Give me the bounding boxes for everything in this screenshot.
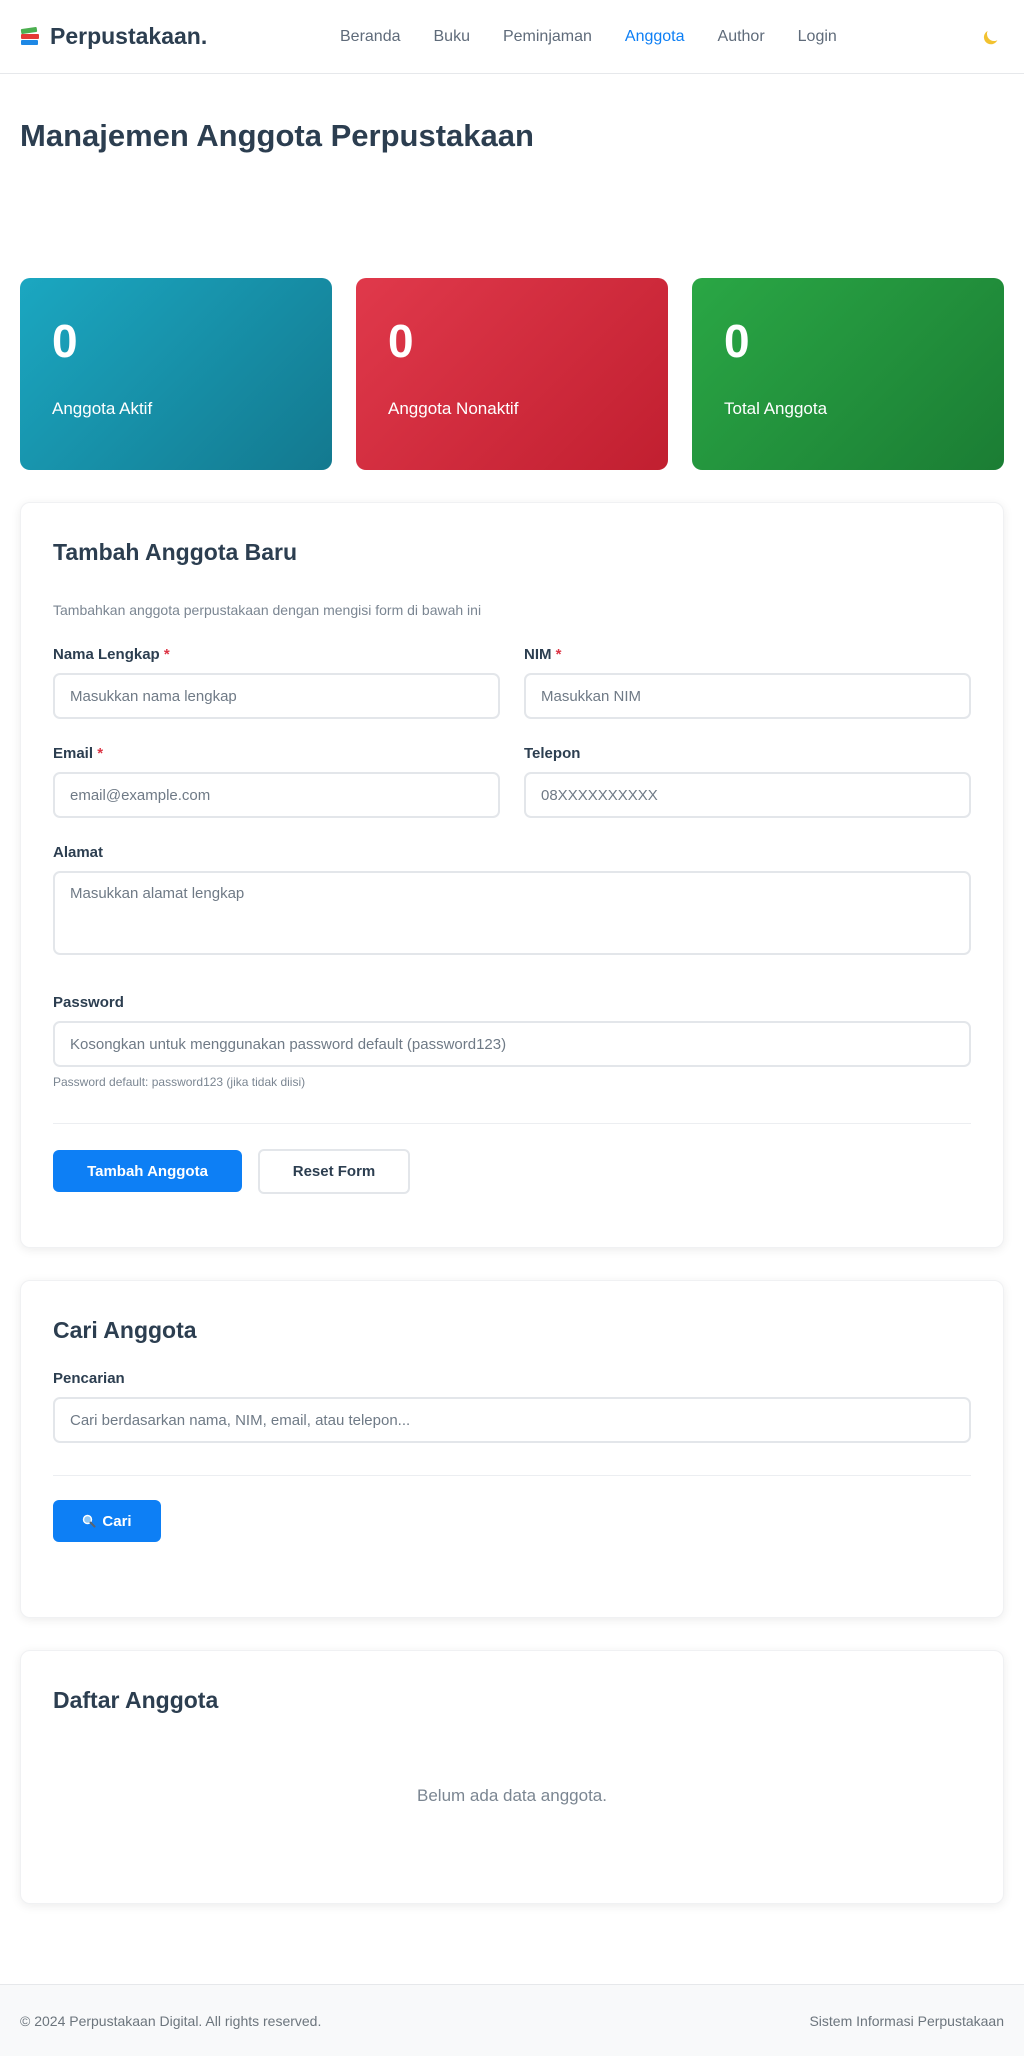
theme-toggle-button[interactable]	[982, 28, 998, 44]
email-label: Email *	[53, 745, 104, 762]
nama-input[interactable]	[53, 673, 500, 719]
password-label: Password	[53, 994, 124, 1011]
form-actions: Tambah Anggota Reset Form	[53, 1149, 971, 1194]
brand-title: Perpustakaan.	[50, 23, 208, 49]
navbar: Perpustakaan. Beranda Buku Peminjaman An…	[0, 0, 1024, 74]
nav-link-author[interactable]: Author	[718, 28, 765, 46]
search-divider	[53, 1475, 971, 1476]
brand[interactable]: Perpustakaan.	[20, 23, 207, 50]
telepon-input[interactable]	[524, 772, 971, 818]
form-group-nim: NIM *	[524, 646, 971, 719]
member-list-card: Daftar Anggota Belum ada data anggota.	[20, 1650, 1004, 1904]
search-button-label: Cari	[102, 1512, 132, 1530]
form-group-nama: Nama Lengkap *	[53, 646, 500, 719]
password-input[interactable]	[53, 1021, 971, 1067]
stats-row: 0 Anggota Aktif 0 Anggota Nonaktif 0 Tot…	[20, 278, 1004, 470]
stat-value-total: 0	[724, 315, 750, 367]
footer-copyright: © 2024 Perpustakaan Digital. All rights …	[20, 2012, 322, 2029]
telepon-label: Telepon	[524, 745, 581, 762]
search-button[interactable]: Cari	[53, 1500, 161, 1542]
add-member-subtitle: Tambahkan anggota perpustakaan dengan me…	[53, 602, 482, 618]
nav-link-login[interactable]: Login	[798, 28, 837, 46]
member-list-empty-text: Belum ada data anggota.	[417, 1786, 607, 1805]
required-mark: *	[555, 646, 562, 663]
reset-form-button[interactable]: Reset Form	[258, 1149, 410, 1194]
add-member-button[interactable]: Tambah Anggota	[53, 1150, 242, 1192]
member-list-title: Daftar Anggota	[53, 1687, 219, 1713]
stat-card-total: 0 Total Anggota	[692, 278, 1004, 470]
search-icon	[83, 1514, 96, 1528]
alamat-label: Alamat	[53, 844, 104, 861]
nav-link-beranda[interactable]: Beranda	[340, 28, 401, 46]
nim-input[interactable]	[524, 673, 971, 719]
form-row-identity: Nama Lengkap * NIM *	[53, 646, 971, 719]
footer-tagline: Sistem Informasi Perpustakaan	[809, 2012, 1004, 2029]
form-group-alamat: Alamat	[53, 844, 971, 960]
books-icon	[20, 26, 42, 48]
add-member-title: Tambah Anggota Baru	[53, 539, 298, 565]
nav-link-peminjaman[interactable]: Peminjaman	[503, 28, 592, 46]
required-mark: *	[97, 745, 104, 762]
stat-label-active: Anggota Aktif	[52, 399, 153, 418]
form-row-contact: Email * Telepon	[53, 745, 971, 818]
form-divider	[53, 1123, 971, 1124]
form-group-email: Email *	[53, 745, 500, 818]
search-card: Cari Anggota Pencarian Cari	[20, 1280, 1004, 1618]
password-help-text: Password default: password123 (jika tida…	[53, 1075, 306, 1089]
nav-link-anggota[interactable]: Anggota	[625, 28, 685, 46]
form-group-telepon: Telepon	[524, 745, 971, 818]
nama-label: Nama Lengkap *	[53, 646, 170, 663]
required-mark: *	[163, 646, 170, 663]
nav-link-buku[interactable]: Buku	[434, 28, 470, 46]
footer: © 2024 Perpustakaan Digital. All rights …	[0, 1984, 1024, 2056]
search-title: Cari Anggota	[53, 1317, 197, 1343]
form-group-search: Pencarian	[53, 1370, 971, 1443]
email-input[interactable]	[53, 772, 500, 818]
moon-icon	[985, 25, 1003, 43]
stat-label-inactive: Anggota Nonaktif	[388, 399, 519, 418]
stat-value-inactive: 0	[388, 315, 414, 367]
search-input[interactable]	[53, 1397, 971, 1443]
alamat-textarea[interactable]	[53, 871, 971, 955]
add-member-card: Tambah Anggota Baru Tambahkan anggota pe…	[20, 502, 1004, 1248]
main-content: Manajemen Anggota Perpustakaan 0 Anggota…	[0, 118, 1024, 1904]
form-group-password: Password Password default: password123 (…	[53, 994, 971, 1089]
stat-label-total: Total Anggota	[724, 399, 828, 418]
page-title: Manajemen Anggota Perpustakaan	[20, 118, 534, 153]
stat-value-active: 0	[52, 315, 78, 367]
search-label: Pencarian	[53, 1370, 125, 1387]
stat-card-active: 0 Anggota Aktif	[20, 278, 332, 470]
nav-links: Beranda Buku Peminjaman Anggota Author L…	[340, 0, 837, 74]
nim-label: NIM *	[524, 646, 562, 663]
stat-card-inactive: 0 Anggota Nonaktif	[356, 278, 668, 470]
